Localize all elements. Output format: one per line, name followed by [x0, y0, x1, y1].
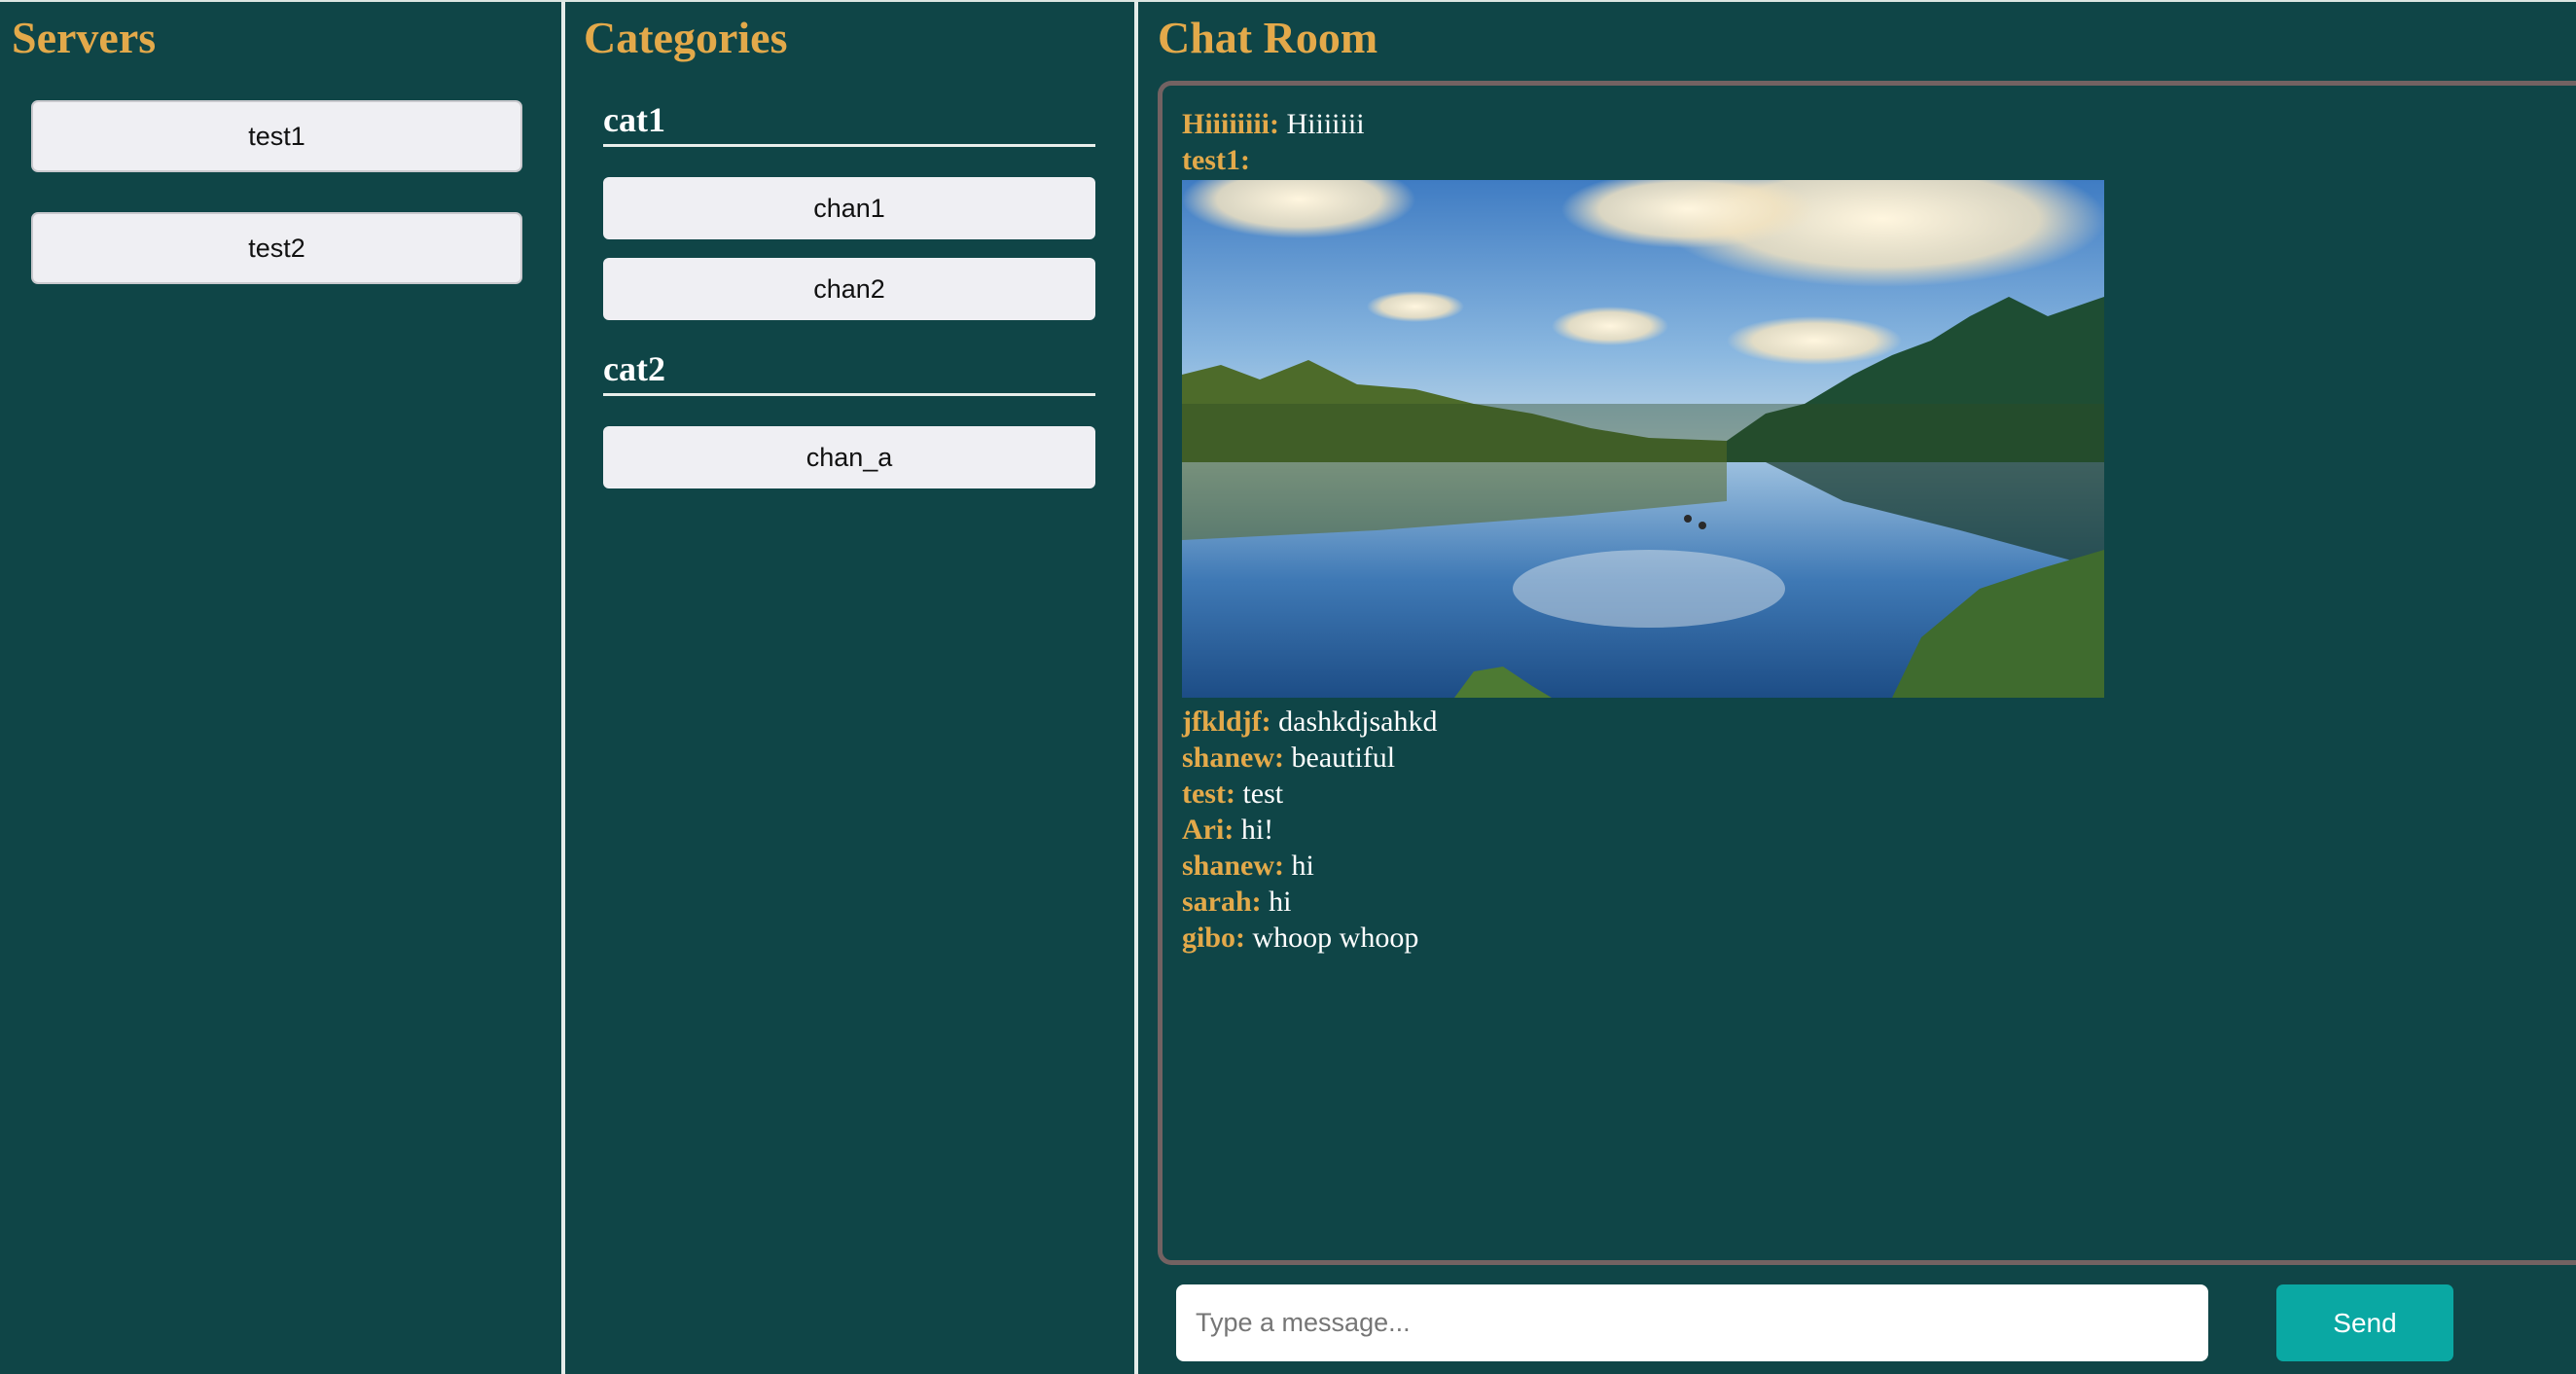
server-button-test1[interactable]: test1 [31, 100, 522, 172]
message: sarah: hi [1182, 884, 2447, 920]
message-username: Ari: [1182, 814, 1234, 846]
message: shanew: beautiful [1182, 740, 2447, 776]
send-button[interactable]: Send [2276, 1284, 2453, 1361]
chat-room-title: Chat Room [1158, 13, 1378, 62]
category-header-cat1: cat1 [603, 99, 1095, 147]
message-username: test1: [1182, 144, 1250, 176]
message-username: shanew: [1182, 741, 1285, 774]
message-text: hi [1291, 850, 1314, 882]
categories-title: Categories [584, 13, 788, 62]
message: Ari: hi! [1182, 812, 2447, 848]
message-username: jfkldjf: [1182, 705, 1271, 738]
app-window: Servers test1 test2 Categories cat1 chan… [0, 0, 2576, 1374]
message: jfkldjf: dashkdjsahkd [1182, 704, 2447, 740]
message-text: dashkdjsahkd [1278, 705, 1438, 738]
message-text: test [1242, 777, 1284, 810]
message-text: hi! [1240, 814, 1274, 846]
channel-button-chan1[interactable]: chan1 [603, 177, 1095, 239]
message-list: Hiiiiiiii: Hiiiiiii test1: jfkldjf: dash… [1182, 106, 2447, 956]
chat-panel: Chat Room Hiiiiiiii: Hiiiiiii test1: jfk… [1138, 2, 2576, 1374]
message-input[interactable] [1176, 1284, 2208, 1361]
message: test: test [1182, 776, 2447, 812]
message: gibo: whoop whoop [1182, 920, 2447, 956]
message-username: test: [1182, 777, 1235, 810]
message-text: whoop whoop [1252, 922, 1419, 954]
message-username: Hiiiiiiii: [1182, 108, 1280, 140]
message: Hiiiiiiii: Hiiiiiii [1182, 106, 2447, 142]
lake-forest-image [1182, 180, 2104, 698]
message-username: gibo: [1182, 922, 1246, 954]
message-text: Hiiiiiii [1286, 108, 1365, 140]
message-username: sarah: [1182, 886, 1262, 918]
channel-button-chan2[interactable]: chan2 [603, 258, 1095, 320]
servers-title: Servers [12, 13, 157, 62]
message: test1: [1182, 142, 2447, 698]
server-button-test2[interactable]: test2 [31, 212, 522, 284]
message-username: shanew: [1182, 850, 1285, 882]
channel-button-chan-a[interactable]: chan_a [603, 426, 1095, 488]
message: shanew: hi [1182, 848, 2447, 884]
categories-panel: Categories cat1 chan1 chan2 cat2 chan_a [566, 2, 1134, 1374]
category-header-cat2: cat2 [603, 348, 1095, 396]
message-text: beautiful [1291, 741, 1396, 774]
message-text: hi [1269, 886, 1292, 918]
servers-panel: Servers test1 test2 [0, 2, 562, 1374]
